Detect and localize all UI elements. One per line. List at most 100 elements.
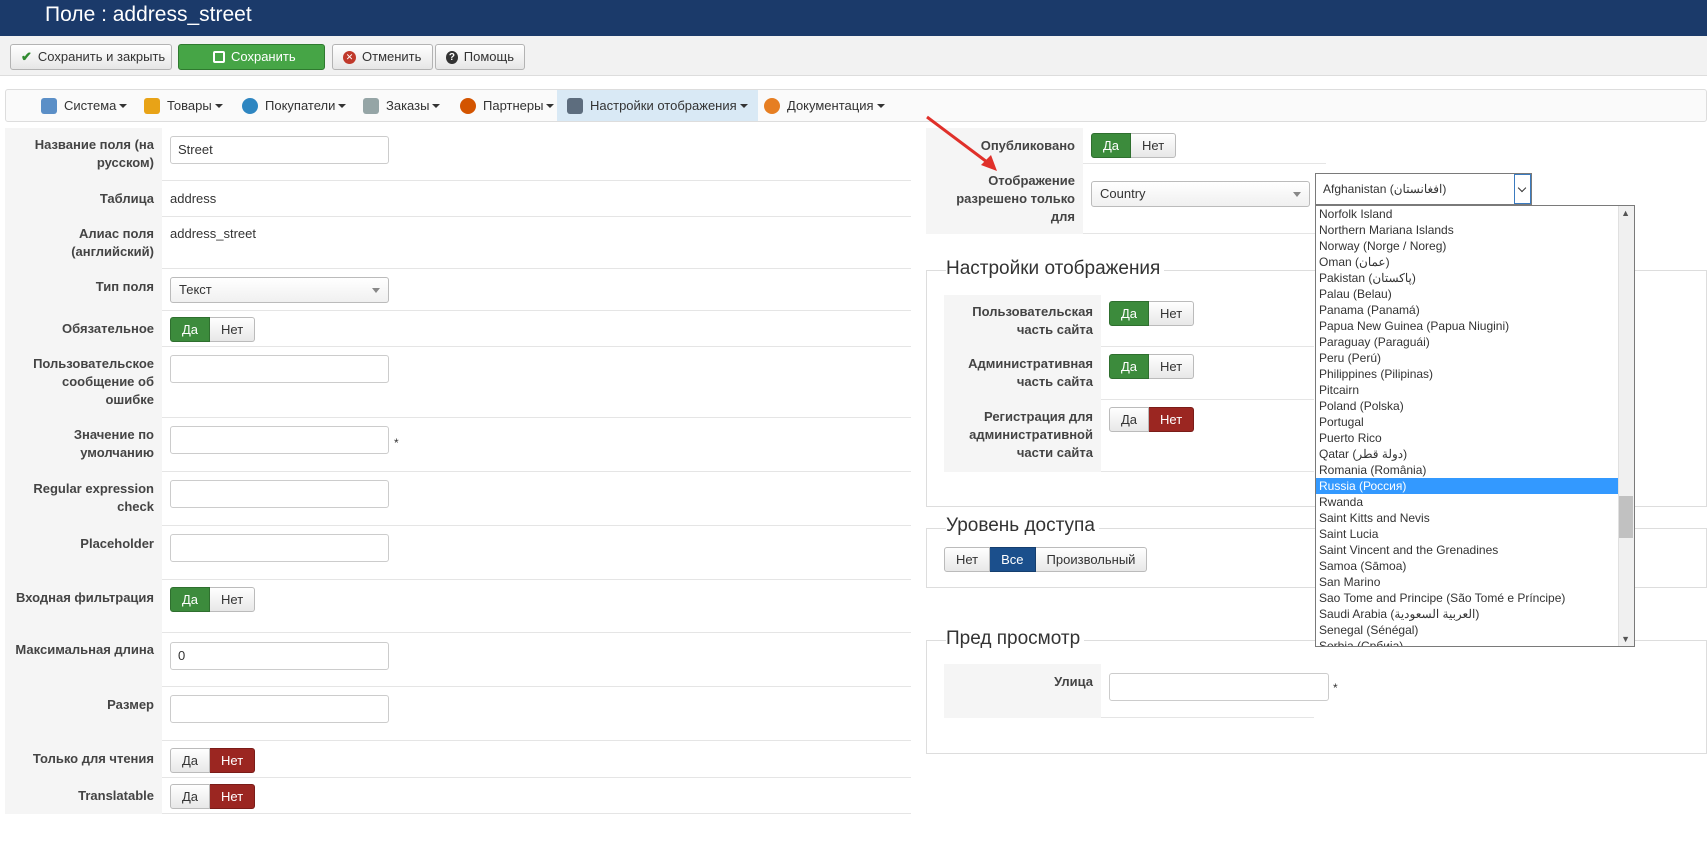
access-level-legend: Уровень доступа xyxy=(946,515,1099,537)
yes-option[interactable]: Да xyxy=(170,317,211,342)
no-option[interactable]: Нет xyxy=(210,587,256,612)
size-input[interactable] xyxy=(170,695,389,723)
scroll-down-icon[interactable]: ▼ xyxy=(1621,634,1630,644)
country-option[interactable]: Papua New Guinea (Papua Niugini) xyxy=(1316,318,1634,334)
placeholder-input[interactable] xyxy=(170,534,389,562)
alias-value: address_street xyxy=(170,226,256,241)
filter-toggle: Да Нет xyxy=(170,587,256,612)
country-option[interactable]: Russia (Россия) xyxy=(1316,478,1634,494)
field-label: Regular expression check xyxy=(5,472,162,526)
field-label: Размер xyxy=(5,687,162,741)
readonly-toggle: Да Нет xyxy=(170,748,256,773)
no-option[interactable]: Нет xyxy=(210,317,256,342)
country-option[interactable]: Romania (România) xyxy=(1316,462,1634,478)
country-select[interactable]: Afghanistan (افغانستان) xyxy=(1315,173,1532,205)
yes-option[interactable]: Да xyxy=(170,587,211,612)
country-option[interactable]: Qatar (دولة قطر) xyxy=(1316,446,1634,462)
country-option[interactable]: Palau (Belau) xyxy=(1316,286,1634,302)
country-option[interactable]: Peru (Perú) xyxy=(1316,350,1634,366)
scrollbar-thumb[interactable] xyxy=(1619,496,1633,538)
menu-item-system[interactable]: Система xyxy=(31,90,137,121)
yes-option[interactable]: Да xyxy=(1091,133,1132,158)
menu-item-display-settings[interactable]: Настройки отображения xyxy=(557,90,758,121)
edit-icon xyxy=(213,51,225,63)
field-label: Пользовательская часть сайта xyxy=(944,295,1101,347)
published-toggle: Да Нет xyxy=(1091,133,1177,158)
menu-item-documentation[interactable]: Документация xyxy=(754,90,895,121)
menu-item-partners[interactable]: Партнеры xyxy=(450,90,564,121)
save-and-close-button[interactable]: ✔ Сохранить и закрыть xyxy=(10,44,172,70)
menu-item-products[interactable]: Товары xyxy=(134,90,233,121)
street-preview-input[interactable] xyxy=(1109,673,1329,701)
save-button[interactable]: Сохранить xyxy=(178,44,325,70)
default-value-input[interactable] xyxy=(170,426,389,454)
yes-option[interactable]: Да xyxy=(1109,354,1150,379)
help-button[interactable]: ? Помощь xyxy=(435,44,525,70)
country-option[interactable]: Oman (عمان) xyxy=(1316,254,1634,270)
no-option[interactable]: Нет xyxy=(210,748,256,773)
country-option[interactable]: Philippines (Pilipinas) xyxy=(1316,366,1634,382)
country-option[interactable]: Portugal xyxy=(1316,414,1634,430)
dropdown-arrow-icon xyxy=(372,288,380,293)
name-ru-input[interactable]: Street xyxy=(170,136,389,164)
menu-item-orders[interactable]: Заказы xyxy=(353,90,450,121)
country-option[interactable]: Paraguay (Paraguái) xyxy=(1316,334,1634,350)
chevron-down-icon[interactable] xyxy=(1514,174,1531,204)
yes-option[interactable]: Да xyxy=(1109,301,1150,326)
country-option[interactable]: Saint Kitts and Nevis xyxy=(1316,510,1634,526)
country-option[interactable]: Serbia (Србија) xyxy=(1316,638,1634,646)
country-option[interactable]: Saint Lucia xyxy=(1316,526,1634,542)
country-option[interactable]: Northern Mariana Islands xyxy=(1316,222,1634,238)
help-icon: ? xyxy=(446,50,458,64)
access-level-toggle: Нет Все Произвольный xyxy=(944,547,1148,572)
country-option[interactable]: Saudi Arabia (العربية السعودية) xyxy=(1316,606,1634,622)
country-option[interactable]: Norfolk Island xyxy=(1316,206,1634,222)
country-option[interactable]: Senegal (Sénégal) xyxy=(1316,622,1634,638)
no-option[interactable]: Нет xyxy=(210,784,256,809)
scrollbar[interactable]: ▲ ▼ xyxy=(1618,206,1634,646)
country-filter-select[interactable]: Country xyxy=(1091,181,1310,207)
caret-down-icon xyxy=(432,103,441,108)
country-option[interactable]: Pitcairn xyxy=(1316,382,1634,398)
regex-input[interactable] xyxy=(170,480,389,508)
country-option[interactable]: Norway (Norge / Noreg) xyxy=(1316,238,1634,254)
max-length-input[interactable]: 0 xyxy=(170,642,389,670)
country-option[interactable]: Panama (Panamá) xyxy=(1316,302,1634,318)
yes-option[interactable]: Да xyxy=(170,748,211,773)
yes-option[interactable]: Да xyxy=(1109,407,1150,432)
country-option[interactable]: Rwanda xyxy=(1316,494,1634,510)
menu-item-customers[interactable]: Покупатели xyxy=(232,90,356,121)
access-all-option[interactable]: Все xyxy=(990,547,1036,572)
country-option[interactable]: Samoa (Sāmoa) xyxy=(1316,558,1634,574)
country-option[interactable]: Sao Tome and Principe (São Tomé e Prínci… xyxy=(1316,590,1634,606)
toolbar: ✔ Сохранить и закрыть Сохранить ✕ Отмени… xyxy=(0,36,1707,76)
field-label: Регистрация для административной части с… xyxy=(944,400,1101,472)
preview-legend: Пред просмотр xyxy=(946,628,1085,650)
country-option[interactable]: Pakistan (پاکستان) xyxy=(1316,270,1634,286)
caret-down-icon xyxy=(876,103,885,108)
user-site-toggle: Да Нет xyxy=(1109,301,1195,326)
country-option[interactable]: San Marino xyxy=(1316,574,1634,590)
field-label: Таблица xyxy=(5,181,162,217)
country-option[interactable]: Saint Vincent and the Grenadines xyxy=(1316,542,1634,558)
no-option[interactable]: Нет xyxy=(1149,407,1195,432)
cancel-icon: ✕ xyxy=(343,50,356,64)
field-label: Максимальная длина xyxy=(5,633,162,687)
cancel-button[interactable]: ✕ Отменить xyxy=(332,44,433,70)
no-option[interactable]: Нет xyxy=(1149,301,1195,326)
country-option[interactable]: Poland (Polska) xyxy=(1316,398,1634,414)
error-message-input[interactable] xyxy=(170,355,389,383)
field-type-select[interactable]: Текст xyxy=(170,277,389,303)
access-custom-option[interactable]: Произвольный xyxy=(1035,547,1148,572)
yes-option[interactable]: Да xyxy=(170,784,211,809)
caret-down-icon xyxy=(546,103,555,108)
no-option[interactable]: Нет xyxy=(1149,354,1195,379)
access-none-option[interactable]: Нет xyxy=(944,547,991,572)
admin-site-toggle: Да Нет xyxy=(1109,354,1195,379)
page-title: Поле : address_street xyxy=(45,3,252,26)
no-option[interactable]: Нет xyxy=(1131,133,1177,158)
country-option[interactable]: Puerto Rico xyxy=(1316,430,1634,446)
scroll-up-icon[interactable]: ▲ xyxy=(1621,208,1630,218)
main-menu: Система Товары Покупатели Заказы Партнер… xyxy=(5,89,1707,122)
check-icon: ✔ xyxy=(21,49,32,64)
